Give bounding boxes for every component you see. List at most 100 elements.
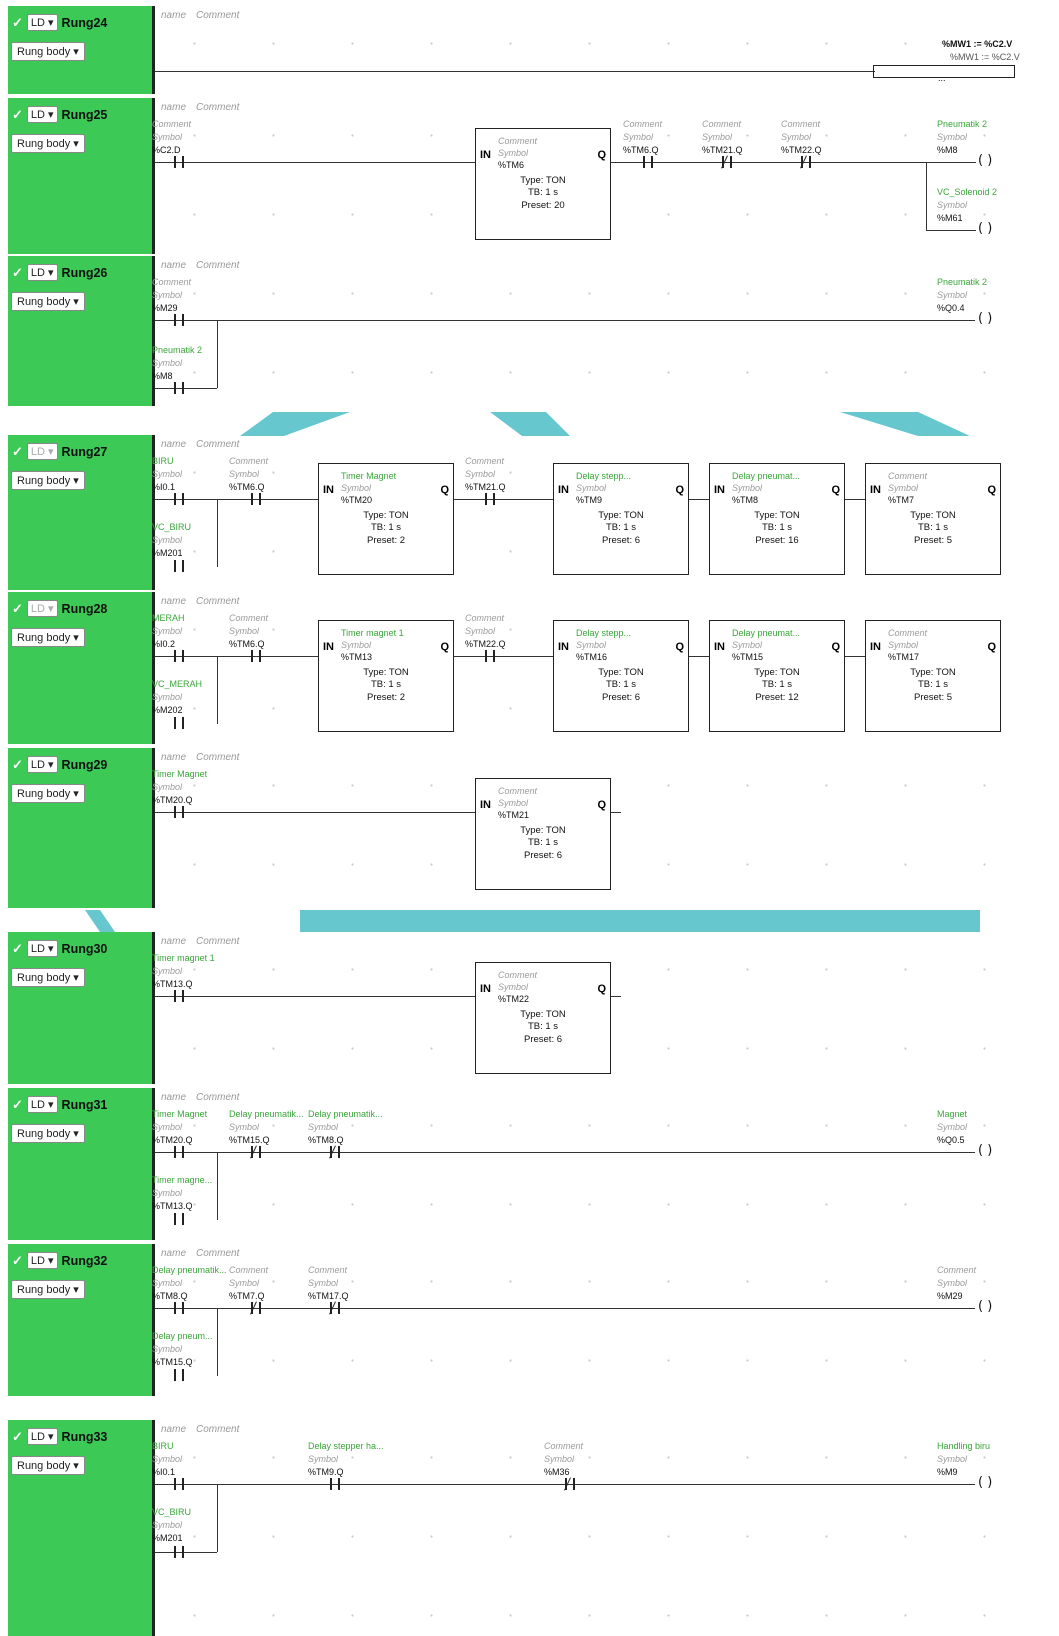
contact-name: Delay stepper ha... <box>308 1441 384 1451</box>
no-contact[interactable] <box>170 1546 188 1558</box>
coil[interactable]: ( ) <box>978 153 992 168</box>
coil[interactable]: ( ) <box>978 311 992 326</box>
name-comment-header[interactable]: name Comment <box>161 1092 249 1103</box>
nc-contact[interactable] <box>326 1301 344 1315</box>
nc-contact[interactable] <box>797 155 815 169</box>
name-comment-header[interactable]: name Comment <box>161 102 249 113</box>
no-contact[interactable] <box>170 1369 188 1381</box>
ld-dropdown[interactable]: LD ▾ <box>26 106 58 123</box>
name-comment-header[interactable]: name Comment <box>161 936 249 947</box>
no-contact[interactable] <box>170 1213 188 1225</box>
ld-dropdown[interactable]: LD ▾ <box>26 1252 58 1269</box>
check-icon[interactable]: ✓ <box>12 444 23 460</box>
timer-block[interactable]: Delay stepp... IN Symbol Q %TM9 Type: TO… <box>553 463 689 575</box>
check-icon[interactable]: ✓ <box>12 601 23 617</box>
check-icon[interactable]: ✓ <box>12 1429 23 1445</box>
ld-dropdown[interactable]: LD ▾ <box>26 1428 58 1445</box>
nc-contact[interactable] <box>247 1145 265 1159</box>
rung-body-dropdown[interactable]: Rung body ▾ <box>11 1124 85 1143</box>
no-contact[interactable] <box>170 1302 188 1314</box>
nc-contact[interactable] <box>718 155 736 169</box>
rung-canvas[interactable]: name Comment Timer Magnet Symbol %TM20.Q … <box>152 1088 1059 1240</box>
timer-block[interactable]: Delay pneumat... IN Symbol Q %TM15 Type:… <box>709 620 845 732</box>
no-contact[interactable] <box>170 990 188 1002</box>
name-comment-header[interactable]: name Comment <box>161 439 249 450</box>
no-contact[interactable] <box>170 493 188 505</box>
no-contact[interactable] <box>170 806 188 818</box>
fb-name: Delay stepp... <box>576 471 632 481</box>
check-icon[interactable]: ✓ <box>12 265 23 281</box>
name-comment-header[interactable]: name Comment <box>161 752 249 763</box>
ld-dropdown[interactable]: LD ▾ <box>26 940 58 957</box>
check-icon[interactable]: ✓ <box>12 757 23 773</box>
no-contact[interactable] <box>170 382 188 394</box>
rung-body-dropdown[interactable]: Rung body ▾ <box>11 968 85 987</box>
name-comment-header[interactable]: name Comment <box>161 596 249 607</box>
rung-body-dropdown[interactable]: Rung body ▾ <box>11 471 85 490</box>
timer-block[interactable]: Delay pneumat... IN Symbol Q %TM8 Type: … <box>709 463 845 575</box>
name-comment-header[interactable]: name Comment <box>161 260 249 271</box>
ld-dropdown[interactable]: LD ▾ <box>26 264 58 281</box>
check-icon[interactable]: ✓ <box>12 1253 23 1269</box>
rung-canvas[interactable]: name Comment Delay pneumatik... Symbol %T… <box>152 1244 1059 1396</box>
coil[interactable]: ( ) <box>978 221 992 236</box>
name-comment-header[interactable]: name Comment <box>161 1424 249 1435</box>
check-icon[interactable]: ✓ <box>12 1097 23 1113</box>
no-contact[interactable] <box>639 156 657 168</box>
no-contact[interactable] <box>170 1146 188 1158</box>
comment-label: Comment <box>196 1092 240 1103</box>
rung-canvas[interactable]: name Comment Timer magnet 1 Symbol %TM13.… <box>152 932 1059 1084</box>
contact-symbol: Symbol <box>308 1454 339 1464</box>
rung-canvas[interactable]: name Comment BIRU Symbol %I0.1 VC_BIRU Sy… <box>152 435 1059 590</box>
rung-body-dropdown[interactable]: Rung body ▾ <box>11 628 85 647</box>
coil[interactable]: ( ) <box>978 1143 992 1158</box>
no-contact[interactable] <box>170 560 188 572</box>
name-comment-header[interactable]: name Comment <box>161 10 249 21</box>
check-icon[interactable]: ✓ <box>12 107 23 123</box>
ld-dropdown[interactable]: LD ▾ <box>26 443 58 460</box>
ld-dropdown[interactable]: LD ▾ <box>26 756 58 773</box>
rung-canvas[interactable]: name Comment Comment Symbol %M29 Pneumati… <box>152 256 1059 406</box>
no-contact[interactable] <box>481 650 499 662</box>
no-contact[interactable] <box>170 156 188 168</box>
no-contact[interactable] <box>170 717 188 729</box>
rung-body-dropdown[interactable]: Rung body ▾ <box>11 1456 85 1475</box>
nc-contact[interactable] <box>326 1145 344 1159</box>
ld-dropdown[interactable]: LD ▾ <box>26 14 58 31</box>
rung-body-dropdown[interactable]: Rung body ▾ <box>11 42 85 61</box>
rung-body-dropdown[interactable]: Rung body ▾ <box>11 1280 85 1299</box>
no-contact[interactable] <box>170 1478 188 1490</box>
no-contact[interactable] <box>326 1478 344 1490</box>
rung-canvas[interactable]: name Comment MERAH Symbol %I0.2 VC_MERAH … <box>152 592 1059 744</box>
no-contact[interactable] <box>247 493 265 505</box>
nc-contact[interactable] <box>561 1477 579 1491</box>
check-icon[interactable]: ✓ <box>12 941 23 957</box>
rung-body-dropdown[interactable]: Rung body ▾ <box>11 134 85 153</box>
no-contact[interactable] <box>170 314 188 326</box>
no-contact[interactable] <box>170 650 188 662</box>
timer-block[interactable]: Comment IN Symbol Q %TM22 Type: TON TB: … <box>475 962 611 1074</box>
timer-block[interactable]: Delay stepp... IN Symbol Q %TM16 Type: T… <box>553 620 689 732</box>
rung-canvas[interactable]: name Comment %MW1 := %C2.V %MW1 := %C2.V … <box>155 6 1059 94</box>
coil[interactable]: ( ) <box>978 1299 992 1314</box>
ld-dropdown[interactable]: LD ▾ <box>26 1096 58 1113</box>
rung-canvas[interactable]: name Comment BIRU Symbol %I0.1 VC_BIRU Sy… <box>152 1420 1059 1636</box>
rung-canvas[interactable]: name Comment Timer Magnet Symbol %TM20.Q … <box>152 748 1059 908</box>
check-icon[interactable]: ✓ <box>12 15 23 31</box>
rung-canvas[interactable]: name Comment Comment Symbol %C2.D Comment… <box>152 98 1059 254</box>
fb-q: Q <box>987 484 996 496</box>
timer-block[interactable]: Timer Magnet IN Symbol Q %TM20 Type: TON… <box>318 463 454 575</box>
rung-body-dropdown[interactable]: Rung body ▾ <box>11 292 85 311</box>
coil[interactable]: ( ) <box>978 1475 992 1490</box>
timer-block[interactable]: Timer magnet 1 IN Symbol Q %TM13 Type: T… <box>318 620 454 732</box>
no-contact[interactable] <box>247 650 265 662</box>
nc-contact[interactable] <box>247 1301 265 1315</box>
timer-block[interactable]: Comment IN Symbol Q %TM21 Type: TON TB: … <box>475 778 611 890</box>
name-comment-header[interactable]: name Comment <box>161 1248 249 1259</box>
timer-block[interactable]: Comment IN Symbol Q %TM17 Type: TON TB: … <box>865 620 1001 732</box>
rung-body-dropdown[interactable]: Rung body ▾ <box>11 784 85 803</box>
timer-block[interactable]: Comment IN Symbol Q %TM6 Type: TON TB: 1… <box>475 128 611 240</box>
ld-dropdown[interactable]: LD ▾ <box>26 600 58 617</box>
no-contact[interactable] <box>481 493 499 505</box>
timer-block[interactable]: Comment IN Symbol Q %TM7 Type: TON TB: 1… <box>865 463 1001 575</box>
